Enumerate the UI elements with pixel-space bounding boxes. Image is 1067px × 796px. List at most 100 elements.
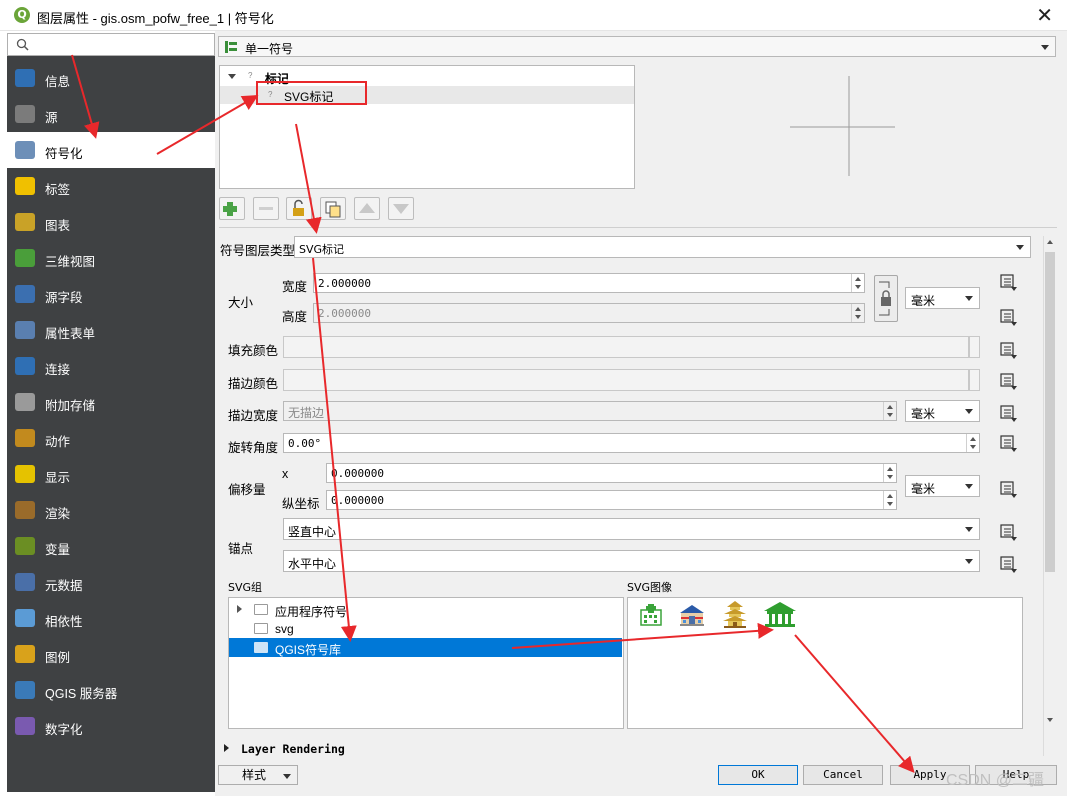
color-dropdown[interactable] (969, 369, 980, 391)
symbol-tree[interactable]: ? 标记 ? SVG标记 (219, 65, 635, 189)
duplicate-layer-button[interactable] (320, 197, 346, 220)
pagoda-icon[interactable] (721, 600, 749, 630)
data-defined-icon (1000, 274, 1017, 291)
spin-arrows-icon[interactable] (883, 491, 896, 509)
cancel-button[interactable]: Cancel (803, 765, 883, 785)
rendering-icon (13, 499, 37, 521)
close-icon[interactable]: ✕ (1036, 3, 1053, 27)
scroll-down-icon[interactable] (1047, 718, 1053, 722)
layer-rendering-toggle[interactable]: Layer Rendering (224, 742, 345, 756)
scroll-thumb[interactable] (1045, 252, 1055, 572)
expand-icon[interactable] (224, 744, 229, 752)
data-defined-icon (1000, 405, 1017, 422)
sidebar-item-label: 连接 (45, 363, 71, 377)
data-defined-override-button[interactable] (997, 522, 1019, 542)
data-defined-override-button[interactable] (997, 554, 1019, 574)
sidebar-item-attributes-form[interactable]: 属性表单 (7, 312, 215, 348)
width-input[interactable]: 2.000000 (313, 273, 865, 293)
legend-icon (13, 643, 37, 665)
sidebar-item-joins[interactable]: 连接 (7, 348, 215, 384)
renderer-value: 单一符号 (245, 42, 294, 56)
sidebar-item-label: 图例 (45, 651, 71, 665)
sidebar-item-3d-view[interactable]: 三维视图 (7, 240, 215, 276)
stroke-width-label: 描边宽度 (228, 409, 279, 423)
chevron-down-icon (1041, 45, 1049, 50)
sidebar-item-auxiliary-storage[interactable]: 附加存储 (7, 384, 215, 420)
lock-aspect-ratio-button[interactable] (874, 275, 898, 322)
stroke-color-button[interactable] (283, 369, 980, 391)
data-defined-icon (1000, 342, 1017, 359)
spin-arrows-icon[interactable] (883, 464, 896, 482)
offset-x-input[interactable]: 0.000000 (326, 463, 897, 483)
data-defined-override-button[interactable] (997, 340, 1019, 360)
anchor-horizontal-select[interactable]: 水平中心 (283, 550, 980, 572)
school-icon[interactable] (678, 602, 706, 628)
sidebar-item-legend[interactable]: 图例 (7, 636, 215, 672)
scroll-up-icon[interactable] (1047, 240, 1053, 244)
svg-group-app-symbols[interactable]: 应用程序符号 (229, 600, 622, 619)
spin-arrows-icon[interactable] (851, 274, 864, 292)
sidebar-item-labels[interactable]: 标签 (7, 168, 215, 204)
watermark: CSDN @二疆 (946, 772, 1045, 789)
vertical-scrollbar[interactable] (1043, 236, 1056, 756)
sidebar-nav: 信息源符号化 标签 图表 三维视图 源字段 属性表单连接附加存储 动作 显示 渲染 变量 元数据 相依… (7, 60, 215, 744)
expand-icon[interactable] (237, 605, 242, 613)
move-down-button[interactable] (388, 197, 414, 220)
hospital-icon[interactable] (638, 602, 664, 628)
symbol-layer-type-select[interactable]: SVG标记 (294, 236, 1031, 258)
size-unit-select[interactable]: 毫米 (905, 287, 980, 309)
sidebar-item-dependencies[interactable]: 相依性 (7, 600, 215, 636)
fill-color-button[interactable] (283, 336, 980, 358)
spin-arrows-icon[interactable] (883, 402, 896, 420)
style-menu-button[interactable]: 样式 (218, 765, 298, 785)
offset-unit-select[interactable]: 毫米 (905, 475, 980, 497)
stroke-width-unit-select[interactable]: 毫米 (905, 400, 980, 422)
temple-icon[interactable] (760, 600, 800, 630)
sidebar-item-symbology[interactable]: 符号化 (7, 132, 215, 168)
sidebar-item-metadata[interactable]: 元数据 (7, 564, 215, 600)
svg-groups-tree[interactable]: 应用程序符号 svg QGIS符号库 (228, 597, 624, 729)
sidebar-item-diagrams[interactable]: 图表 (7, 204, 215, 240)
height-value: 2.000000 (318, 307, 371, 320)
height-input[interactable]: 2.000000 (313, 303, 865, 323)
sidebar-item-info[interactable]: 信息 (7, 60, 215, 96)
chevron-down-icon (283, 774, 291, 779)
offset-y-input[interactable]: 0.000000 (326, 490, 897, 510)
tree-row-svg-marker[interactable]: ? SVG标记 (220, 86, 634, 104)
tree-row-marker[interactable]: ? 标记 (220, 68, 634, 86)
symbology-icon (13, 139, 37, 161)
sidebar-item-rendering[interactable]: 渲染 (7, 492, 215, 528)
remove-symbol-layer-button[interactable] (253, 197, 279, 220)
sidebar-item-source[interactable]: 源 (7, 96, 215, 132)
spin-arrows-icon[interactable] (966, 434, 979, 452)
symbol-layer-type-label: 符号图层类型 (220, 244, 296, 258)
data-defined-override-button[interactable] (997, 307, 1019, 327)
spin-arrows-icon[interactable] (851, 304, 864, 322)
data-defined-override-button[interactable] (997, 371, 1019, 391)
data-defined-override-button[interactable] (997, 433, 1019, 453)
stroke-width-input[interactable]: 无描边 (283, 401, 897, 421)
renderer-select[interactable]: 单一符号 (218, 36, 1056, 57)
sidebar-item-fields[interactable]: 源字段 (7, 276, 215, 312)
anchor-vertical-select[interactable]: 竖直中心 (283, 518, 980, 540)
color-dropdown[interactable] (969, 336, 980, 358)
rotation-input[interactable]: 0.00° (283, 433, 980, 453)
sidebar-item-variables[interactable]: 变量 (7, 528, 215, 564)
svg-group-qgis-library[interactable]: QGIS符号库 (229, 638, 622, 657)
search-input[interactable] (7, 33, 215, 56)
sidebar-item-qgis-server[interactable]: QGIS 服务器 (7, 672, 215, 708)
chevron-down-icon (1016, 245, 1024, 250)
svg-images-grid[interactable] (627, 597, 1023, 729)
data-defined-override-button[interactable] (997, 403, 1019, 423)
data-defined-override-button[interactable] (997, 272, 1019, 292)
data-defined-override-button[interactable] (997, 479, 1019, 499)
add-symbol-layer-button[interactable] (219, 197, 245, 220)
sidebar-item-display[interactable]: 显示 (7, 456, 215, 492)
svg-group-svg[interactable]: svg (229, 619, 622, 638)
move-up-button[interactable] (354, 197, 380, 220)
sidebar-item-digitizing[interactable]: 数字化 (7, 708, 215, 744)
sidebar-item-actions[interactable]: 动作 (7, 420, 215, 456)
lock-layer-button[interactable] (286, 197, 312, 220)
expand-icon[interactable] (228, 74, 236, 79)
ok-button[interactable]: OK (718, 765, 798, 785)
